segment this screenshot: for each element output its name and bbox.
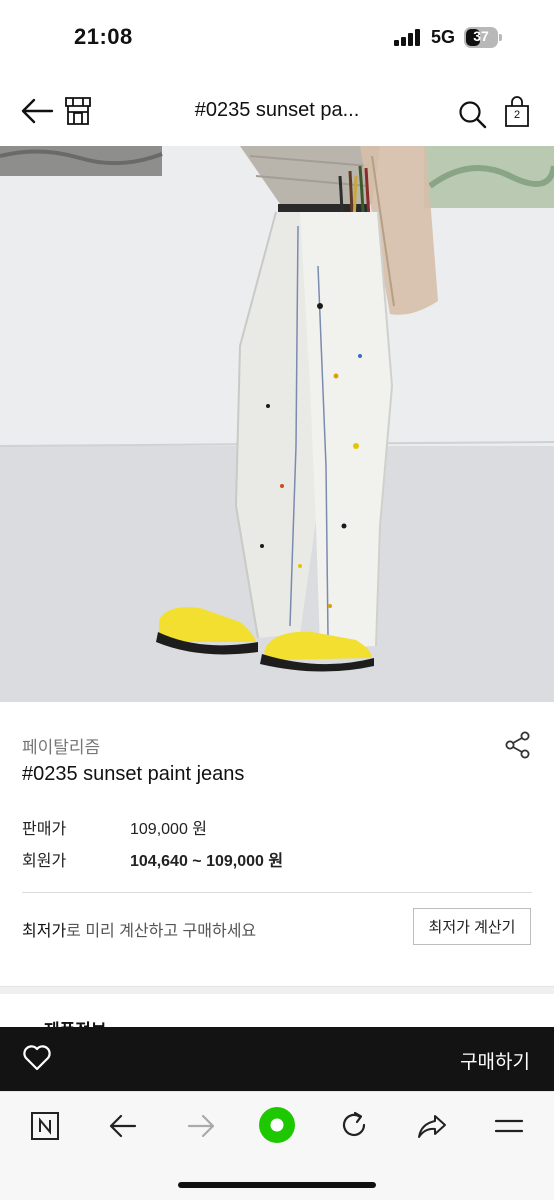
back-icon[interactable] [108, 1112, 138, 1140]
signal-icon [394, 29, 422, 46]
section-divider [0, 986, 554, 994]
share-icon[interactable] [416, 1112, 448, 1140]
product-photo-illustration [0, 146, 554, 702]
divider [22, 892, 532, 893]
member-price-label: 회원가 [22, 853, 67, 870]
member-price-value: 104,640 ~ 109,000 원 [130, 853, 284, 870]
lowest-price-promo: 최저가로 미리 계산하고 구매하세요 [22, 917, 256, 941]
status-bar: 21:08 5G 37 [0, 0, 554, 76]
share-icon[interactable] [504, 731, 532, 759]
buy-bar: 구매하기 [0, 1027, 554, 1091]
lowest-price-calculator-button[interactable]: 최저가 계산기 [413, 908, 531, 945]
promo-highlight: 최저가 [22, 923, 67, 940]
menu-icon[interactable] [494, 1116, 524, 1136]
heart-icon[interactable] [22, 1044, 52, 1072]
cart-count: 2 [513, 109, 521, 121]
app-header: #0235 sunset pa... [0, 76, 554, 146]
forward-icon[interactable] [186, 1112, 216, 1140]
naver-n-icon[interactable] [30, 1111, 60, 1141]
product-image[interactable] [0, 146, 554, 702]
buy-button[interactable]: 구매하기 [460, 1047, 530, 1074]
battery-level: 37 [473, 28, 489, 44]
back-arrow-icon[interactable] [20, 96, 54, 126]
network-type: 5G [431, 27, 456, 47]
green-home-dot-icon[interactable] [257, 1105, 297, 1145]
status-time: 21:08 [74, 24, 133, 49]
search-icon[interactable] [458, 100, 488, 130]
battery-icon: 37 [464, 27, 502, 48]
store-icon[interactable] [64, 96, 92, 126]
product-name: #0235 sunset paint jeans [22, 763, 245, 785]
brand-name[interactable]: 페이탈리즘 [22, 733, 100, 758]
reload-icon[interactable] [339, 1110, 369, 1140]
price-value: 109,000 원 [130, 821, 208, 838]
price-label: 판매가 [22, 821, 67, 838]
promo-text: 로 미리 계산하고 구매하세요 [66, 923, 257, 940]
page-title: #0235 sunset pa... [194, 99, 360, 121]
home-indicator[interactable] [178, 1182, 376, 1188]
